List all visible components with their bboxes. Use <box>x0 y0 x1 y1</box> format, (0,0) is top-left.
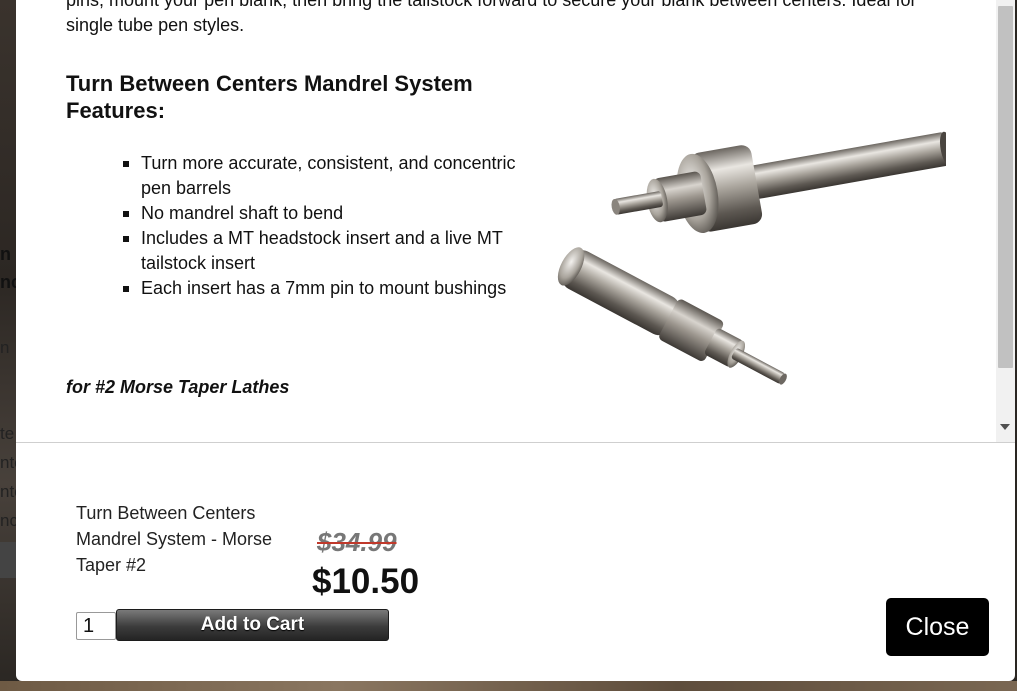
backdrop-page: n nc n te nte nte nc <box>0 0 16 691</box>
backdrop-text-fragment: nc <box>0 272 16 292</box>
features-list: Turn more accurate, consistent, and conc… <box>123 151 521 301</box>
backdrop-footer <box>0 681 1017 691</box>
backdrop-text-fragment: nc <box>0 511 16 530</box>
scrollbar-thumb[interactable] <box>998 6 1013 368</box>
backdrop-text-fragment: nte <box>0 482 16 501</box>
product-image <box>557 131 946 385</box>
morse-taper-note: for #2 Morse Taper Lathes <box>66 377 290 397</box>
backdrop-text-fragment: nte <box>0 453 16 472</box>
feature-item: Each insert has a 7mm pin to mount bushi… <box>123 276 521 301</box>
product-quick-view-modal: pins, mount your pen blank, then bring t… <box>16 0 1015 681</box>
add-to-cart-button[interactable]: Add to Cart <box>116 609 389 641</box>
backdrop-text-fragment: n <box>0 244 11 264</box>
feature-item: No mandrel shaft to bend <box>123 201 521 226</box>
backdrop-text-fragment: te <box>0 424 15 443</box>
features-heading: Turn Between Centers Mandrel System Feat… <box>66 71 473 123</box>
product-description-intro: pins, mount your pen blank, then bring t… <box>66 0 917 35</box>
scroll-down-arrow-icon[interactable] <box>1000 424 1010 430</box>
backdrop-button <box>0 542 16 578</box>
backdrop-text-fragment: n <box>0 338 10 357</box>
feature-item: Turn more accurate, consistent, and conc… <box>123 151 521 201</box>
feature-item: Includes a MT headstock insert and a liv… <box>123 226 521 276</box>
close-button[interactable]: Close <box>886 598 989 656</box>
quantity-input[interactable] <box>76 612 116 640</box>
modal-scrollbar[interactable] <box>996 0 1015 442</box>
product-name: Turn Between Centers Mandrel System - Mo… <box>76 503 273 575</box>
original-price: $34.99 <box>317 527 397 557</box>
sale-price: $10.50 <box>312 562 420 601</box>
modal-scroll-area[interactable]: pins, mount your pen blank, then bring t… <box>16 0 1015 443</box>
